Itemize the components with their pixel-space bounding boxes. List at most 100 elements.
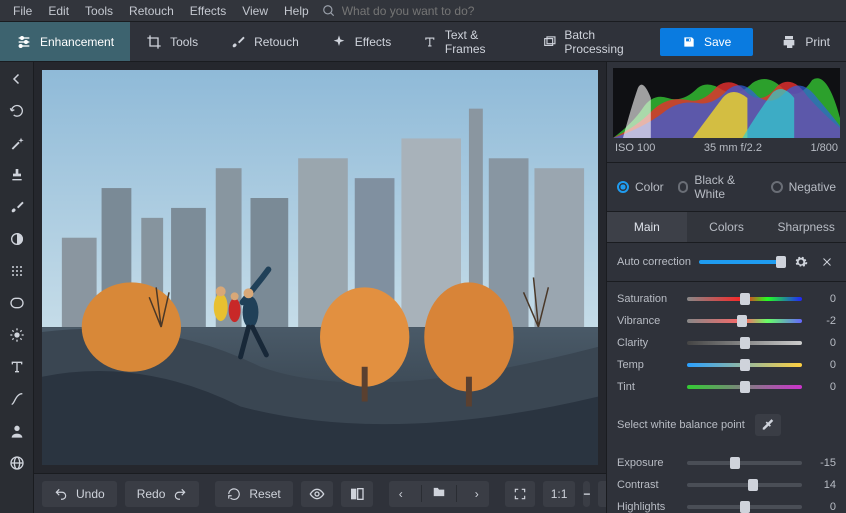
slider-saturation: Saturation0 (617, 288, 836, 310)
meta-lens: 35 mm f/2.2 (704, 142, 762, 154)
slider-track[interactable] (687, 483, 802, 487)
menu-view[interactable]: View (235, 2, 275, 20)
save-button[interactable]: Save (660, 28, 753, 56)
slider-label: Vibrance (617, 315, 679, 327)
menu-tools[interactable]: Tools (78, 2, 120, 20)
brush-tool[interactable] (6, 196, 28, 218)
auto-correction-row: Auto correction (607, 243, 846, 282)
save-label: Save (704, 35, 731, 49)
tab-tools[interactable]: Tools (130, 22, 214, 61)
search-input[interactable] (342, 4, 542, 18)
menu-edit[interactable]: Edit (41, 2, 76, 20)
tab-text-frames[interactable]: Text & Frames (407, 22, 526, 61)
undo-label: Undo (76, 487, 105, 501)
light-tool[interactable] (6, 324, 28, 346)
slider-track[interactable] (687, 341, 802, 345)
globe-tool[interactable] (6, 452, 28, 474)
text-tool[interactable] (6, 356, 28, 378)
curves-tool[interactable] (6, 388, 28, 410)
menu-retouch[interactable]: Retouch (122, 2, 181, 20)
slider-thumb[interactable] (740, 337, 750, 349)
slider-label: Exposure (617, 457, 679, 469)
vignette-icon (9, 295, 25, 311)
tab-retouch-label: Retouch (254, 35, 299, 49)
user-icon (9, 423, 25, 439)
tab-enhancement-label: Enhancement (40, 35, 114, 49)
auto-close-button[interactable] (818, 253, 836, 271)
menu-file[interactable]: File (6, 2, 39, 20)
tab-enhancement[interactable]: Enhancement (0, 22, 130, 61)
radio-dot-icon (771, 181, 783, 193)
reset-label: Reset (249, 487, 280, 501)
slider-thumb[interactable] (730, 457, 740, 469)
mode-color[interactable]: Color (617, 180, 664, 194)
left-tool-strip (0, 62, 34, 513)
auto-correction-slider[interactable] (699, 260, 784, 264)
photo-preview (42, 70, 598, 465)
rotate-tool[interactable] (6, 100, 28, 122)
print-label: Print (805, 35, 830, 49)
fullscreen-icon (513, 487, 527, 501)
menu-help[interactable]: Help (277, 2, 316, 20)
slider-value: 14 (810, 479, 836, 491)
compare-toggle[interactable] (341, 481, 373, 507)
slider-track[interactable] (687, 461, 802, 465)
tab-retouch[interactable]: Retouch (214, 22, 315, 61)
magic-tool[interactable] (6, 132, 28, 154)
slider-track[interactable] (687, 297, 802, 301)
slider-label: Clarity (617, 337, 679, 349)
stamp-tool[interactable] (6, 164, 28, 186)
slider-thumb[interactable] (748, 479, 758, 491)
noise-tool[interactable] (6, 260, 28, 282)
mode-bw-label: Black & White (694, 173, 756, 201)
histogram[interactable] (613, 68, 840, 138)
slider-temp: Temp0 (617, 354, 836, 376)
photo-canvas[interactable] (42, 70, 598, 465)
white-balance-picker[interactable] (755, 414, 781, 436)
slider-thumb[interactable] (776, 256, 786, 268)
arrow-left-icon (8, 70, 26, 88)
print-button[interactable]: Print (765, 34, 846, 50)
nav-prev[interactable]: ‹ (389, 487, 413, 501)
slider-thumb[interactable] (740, 359, 750, 371)
sliders-icon (16, 34, 32, 50)
slider-track[interactable] (687, 385, 802, 389)
vignette-tool[interactable] (6, 292, 28, 314)
profile-tool[interactable] (6, 420, 28, 442)
gradient-tool[interactable] (6, 228, 28, 250)
slider-thumb[interactable] (737, 315, 747, 327)
auto-settings-button[interactable] (792, 253, 810, 271)
reset-button[interactable]: Reset (215, 481, 292, 507)
tab-sharpness[interactable]: Sharpness (766, 212, 846, 242)
menu-effects[interactable]: Effects (183, 2, 233, 20)
back-button[interactable] (6, 68, 28, 90)
slider-thumb[interactable] (740, 501, 750, 513)
slider-track[interactable] (687, 319, 802, 323)
fit-button[interactable] (505, 481, 535, 507)
mode-negative-label: Negative (789, 180, 836, 194)
mode-negative[interactable]: Negative (771, 180, 836, 194)
redo-button[interactable]: Redo (125, 481, 200, 507)
globe-icon (9, 455, 25, 471)
reset-icon (227, 487, 241, 501)
tab-main[interactable]: Main (607, 212, 687, 242)
mode-bw[interactable]: Black & White (678, 173, 757, 201)
slider-thumb[interactable] (740, 381, 750, 393)
tab-effects[interactable]: Effects (315, 22, 407, 61)
nav-browse[interactable] (421, 485, 457, 502)
wand-icon (9, 135, 25, 151)
slider-thumb[interactable] (740, 293, 750, 305)
radio-dot-icon (617, 181, 629, 193)
folder-icon (432, 485, 446, 499)
nav-group: ‹ › (389, 481, 489, 507)
slider-track[interactable] (687, 505, 802, 509)
nav-next[interactable]: › (465, 487, 489, 501)
undo-button[interactable]: Undo (42, 481, 117, 507)
zoom-out-button[interactable]: − (583, 481, 590, 507)
slider-track[interactable] (687, 363, 802, 367)
tab-batch[interactable]: Batch Processing (527, 22, 660, 61)
photo-meta: ISO 100 35 mm f/2.2 1/800 (607, 140, 846, 163)
preview-toggle[interactable] (301, 481, 333, 507)
tab-colors[interactable]: Colors (687, 212, 767, 242)
actual-size-button[interactable]: 1:1 (543, 481, 576, 507)
